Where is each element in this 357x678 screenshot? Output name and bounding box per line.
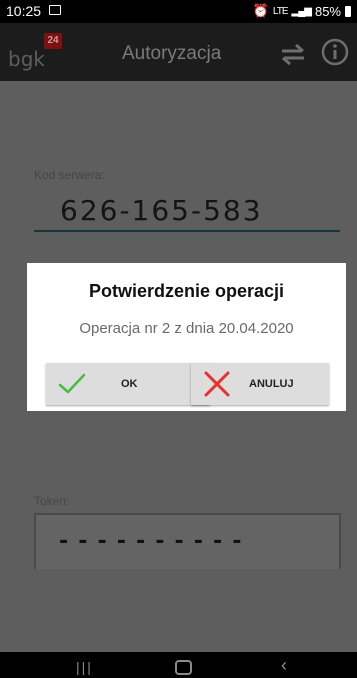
ok-button[interactable]: OK: [46, 363, 210, 405]
battery-level: 85%: [314, 3, 341, 19]
ok-button-label: OK: [121, 378, 138, 390]
logo-badge: 24: [44, 33, 62, 49]
back-icon[interactable]: ‹: [281, 655, 287, 676]
cancel-button[interactable]: ANULUJ: [191, 363, 329, 405]
swap-arrows-icon[interactable]: [278, 43, 308, 65]
logo-text: bgk: [8, 47, 45, 71]
toolbar: bgk 24 Autoryzacja: [0, 23, 357, 81]
checkmark-icon: [58, 373, 86, 394]
token-label: Token:: [34, 494, 70, 508]
bgk-logo: bgk 24: [8, 33, 70, 73]
confirm-dialog: Potwierdzenie operacji Operacja nr 2 z d…: [27, 263, 346, 411]
info-icon[interactable]: [321, 38, 349, 66]
close-icon: [204, 371, 230, 397]
network-type: LTE: [272, 5, 289, 17]
status-bar: 10:25 ⏰ LTE ▂▄▆ 85%: [0, 0, 357, 23]
status-time: 10:25: [6, 3, 42, 19]
signal-icon: ▂▄▆: [291, 5, 312, 17]
server-code-value: 626-165-583: [60, 194, 263, 227]
recents-icon[interactable]: |||: [76, 659, 93, 675]
battery-icon: [345, 5, 351, 17]
status-indicators: ⏰ LTE ▂▄▆ 85%: [253, 3, 351, 19]
home-icon[interactable]: [175, 660, 192, 675]
server-code-label: Kod serwera:: [34, 168, 105, 182]
token-value: ----------: [57, 529, 250, 554]
cancel-button-label: ANULUJ: [249, 378, 294, 390]
dialog-message: Operacja nr 2 z dnia 20.04.2020: [79, 320, 294, 337]
gallery-notification-icon: [49, 5, 61, 15]
alarm-icon: ⏰: [252, 3, 269, 18]
page-title: Autoryzacja: [122, 43, 222, 64]
dialog-title: Potwierdzenie operacji: [88, 281, 285, 301]
system-nav-bar: ||| ‹: [0, 652, 357, 678]
server-code-underline: [34, 230, 340, 232]
